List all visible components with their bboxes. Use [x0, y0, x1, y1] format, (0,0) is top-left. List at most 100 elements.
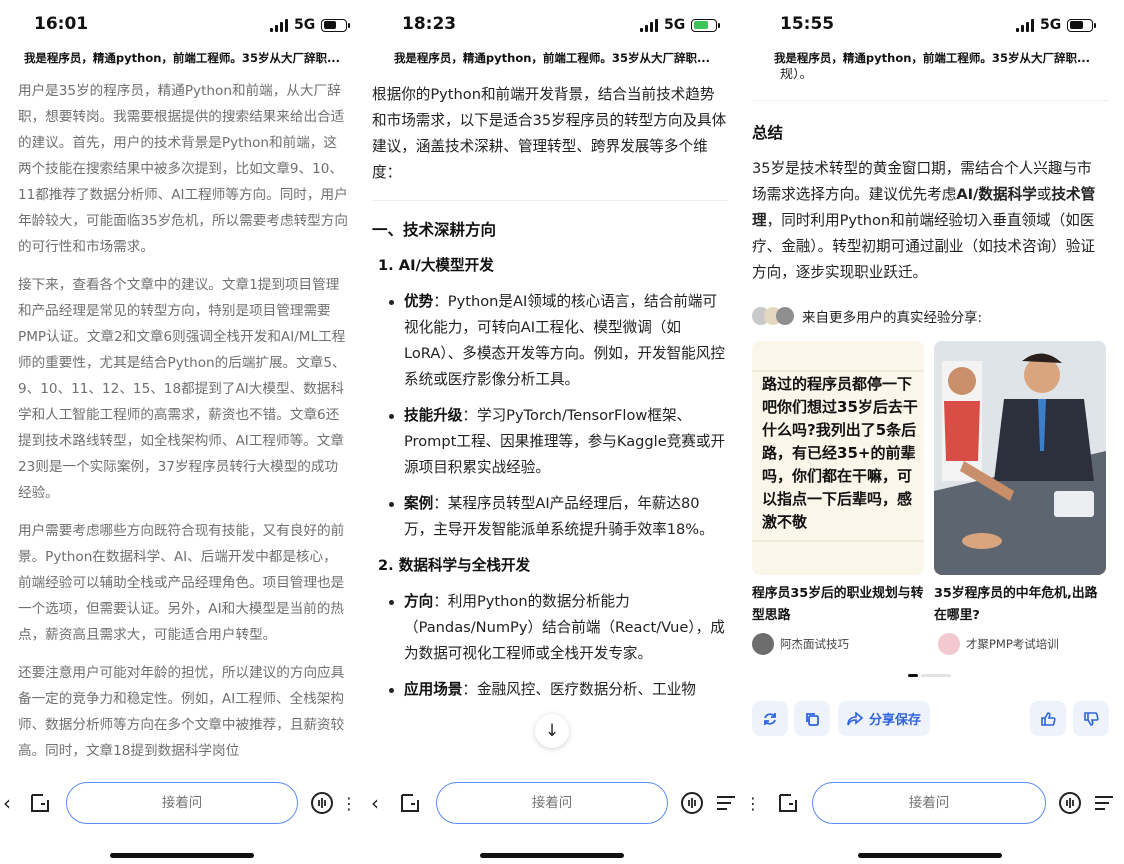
thinking-content: 用户是35岁的程序员，精通Python和前端，从大厂辞职，想要转岗。我需要根据提…: [18, 78, 350, 776]
menu-icon[interactable]: [716, 790, 736, 816]
card-author[interactable]: 才聚PMP考试培训: [938, 633, 1059, 655]
bullet-text: ：金融风控、医疗数据分析、工业物: [462, 681, 696, 698]
conversation-title[interactable]: 我是程序员，精通python，前端工程师。35岁从大厂辞职...: [364, 50, 740, 66]
bottom-input-bar: ⋮: [740, 782, 1124, 852]
signal-icon: [1016, 18, 1034, 32]
ask-input[interactable]: [66, 782, 298, 824]
share-save-label: 分享保存: [868, 713, 921, 728]
status-bar: 16:01 5G: [0, 14, 364, 40]
status-right: 5G: [1016, 17, 1097, 33]
new-chat-icon[interactable]: [28, 790, 52, 816]
home-indicator: [858, 853, 1002, 858]
more-icon[interactable]: ⋮: [745, 790, 761, 816]
bullet-item: 优势：Python是AI领域的核心语言，结合前端可视化能力，可转向AI工程化、模…: [372, 289, 728, 393]
battery-icon: [1067, 18, 1097, 32]
new-chat-icon[interactable]: [398, 790, 422, 816]
subsection-heading: 1. AI/大模型开发: [378, 257, 494, 274]
summary-title: 总结: [752, 124, 784, 142]
more-icon[interactable]: ⋮: [341, 790, 357, 816]
ask-input[interactable]: [436, 782, 668, 824]
answer-intro: 根据你的Python和前端开发背景，结合当前技术趋势和市场需求，以下是适合35岁…: [372, 86, 727, 181]
author-avatar: [938, 633, 960, 655]
share-icon: [847, 711, 863, 725]
scroll-down-button[interactable]: ↓: [535, 714, 569, 748]
status-time: 18:23: [402, 14, 457, 34]
card-caption[interactable]: 35岁程序员的中年危机,出路在哪里?: [934, 583, 1106, 627]
card-author[interactable]: 阿杰面试技巧: [752, 633, 849, 655]
share-save-button[interactable]: 分享保存: [838, 701, 930, 736]
card-caption[interactable]: 程序员35岁后的职业规划与转型思路: [752, 583, 924, 627]
regenerate-button[interactable]: [752, 701, 788, 736]
status-right: 5G: [270, 17, 351, 33]
thumbs-down-icon: [1084, 711, 1099, 726]
user-avatars: [752, 307, 794, 325]
subsection-heading: 2. 数据科学与全栈开发: [378, 557, 531, 574]
status-time: 15:55: [780, 14, 835, 34]
network-type: 5G: [1040, 17, 1062, 33]
ask-input[interactable]: [812, 782, 1046, 824]
menu-icon[interactable]: [1094, 790, 1114, 816]
home-indicator: [480, 853, 624, 858]
voice-icon[interactable]: [1058, 790, 1082, 816]
share-label: 来自更多用户的真实经验分享:: [802, 310, 983, 326]
status-right: 5G: [640, 17, 721, 33]
divider: [372, 200, 728, 201]
answer-content: 根据你的Python和前端开发背景，结合当前技术趋势和市场需求，以下是适合35岁…: [372, 82, 728, 713]
voice-icon[interactable]: [310, 790, 334, 816]
back-chevron-icon[interactable]: ‹: [0, 790, 14, 816]
bullet-label: 优势: [404, 293, 434, 310]
voice-icon[interactable]: [680, 790, 704, 816]
screen-thinking: 16:01 5G 我是程序员，精通python，前端工程师。35岁从大厂辞职..…: [0, 0, 364, 864]
share-header: 来自更多用户的真实经验分享:: [752, 306, 982, 326]
bottom-input-bar: ‹ ⋮: [0, 782, 364, 852]
screen-answer: 18:23 5G 我是程序员，精通python，前端工程师。35岁从大厂辞职..…: [364, 0, 740, 864]
conversation-title[interactable]: 我是程序员，精通python，前端工程师。35岁从大厂辞职...: [0, 50, 364, 66]
bullet-item: 案例：某程序员转型AI产品经理后，年薪达80万，主导开发智能派单系统提升骑手效率…: [372, 491, 728, 543]
signal-icon: [640, 18, 658, 32]
experience-card[interactable]: 路过的程序员都停一下吧你们想过35岁后去干什么吗?我列出了5条后路，有已经35+…: [752, 341, 924, 575]
thinking-paragraph: 用户需要考虑哪些方向既符合现有技能，又有良好的前景。Python在数据科学、AI…: [18, 523, 345, 643]
section-heading: 一、技术深耕方向: [372, 221, 497, 239]
thinking-paragraph: 还要注意用户可能对年龄的担忧，所以建议的方向应具备一定的竞争力和稳定性。例如，A…: [18, 665, 345, 759]
copy-icon: [806, 712, 819, 726]
thumbs-up-button[interactable]: [1030, 701, 1066, 736]
avatar: [776, 307, 794, 325]
author-name: 阿杰面试技巧: [780, 637, 849, 651]
author-avatar: [752, 633, 774, 655]
divider: [752, 100, 1108, 101]
screen-summary: 15:55 5G 我是程序员，精通python，前端工程师。35岁从大厂辞职..…: [740, 0, 1124, 864]
thumbs-up-icon: [1041, 711, 1056, 726]
author-name: 才聚PMP考试培训: [966, 637, 1059, 651]
network-type: 5G: [294, 17, 316, 33]
network-type: 5G: [664, 17, 686, 33]
battery-charging-icon: [691, 18, 721, 32]
summary-paragraph: 35岁是技术转型的黄金窗口期，需结合个人兴趣与市场需求选择方向。建议优先考虑AI…: [752, 160, 1096, 281]
carousel-indicator: [908, 674, 951, 677]
thinking-paragraph: 用户是35岁的程序员，精通Python和前端，从大厂辞职，想要转岗。我需要根据提…: [18, 83, 348, 255]
experience-card[interactable]: [934, 341, 1106, 575]
refresh-icon: [764, 712, 776, 725]
text-fragment: 规）。: [780, 68, 813, 80]
status-bar: 15:55 5G: [740, 14, 1124, 40]
conversation-title[interactable]: 我是程序员，精通python，前端工程师。35岁从大厂辞职...: [740, 50, 1124, 66]
home-indicator: [110, 853, 254, 858]
bullet-label: 应用场景: [404, 681, 463, 698]
thumbs-down-button[interactable]: [1073, 701, 1109, 736]
bottom-input-bar: ‹: [364, 782, 740, 852]
copy-button[interactable]: [794, 701, 830, 736]
bullet-label: 方向: [404, 593, 434, 610]
bullet-label: 案例: [404, 495, 434, 512]
bullet-text: ：Python是AI领域的核心语言，结合前端可视化能力，可转向AI工程化、模型微…: [404, 293, 725, 388]
thinking-paragraph: 接下来，查看各个文章中的建议。文章1提到项目管理和产品经理是常见的转型方向，特别…: [18, 277, 346, 501]
summary-content: 总结 35岁是技术转型的黄金窗口期，需结合个人兴趣与市场需求选择方向。建议优先考…: [752, 120, 1104, 296]
bullet-item: 方向：利用Python的数据分析能力（Pandas/NumPy）结合前端（Rea…: [372, 589, 728, 667]
arrow-down-icon: ↓: [544, 721, 560, 741]
bullet-text: ：某程序员转型AI产品经理后，年薪达80万，主导开发智能派单系统提升骑手效率18…: [404, 495, 714, 538]
status-time: 16:01: [34, 14, 89, 34]
battery-icon: [321, 18, 351, 32]
meeting-illustration: [934, 341, 1106, 575]
new-chat-icon[interactable]: [776, 790, 800, 816]
bullet-item: 技能升级：学习PyTorch/TensorFlow框架、Prompt工程、因果推…: [372, 403, 728, 481]
card-cover-text: 路过的程序员都停一下吧你们想过35岁后去干什么吗?我列出了5条后路，有已经35+…: [762, 375, 918, 531]
back-chevron-icon[interactable]: ‹: [368, 790, 382, 816]
